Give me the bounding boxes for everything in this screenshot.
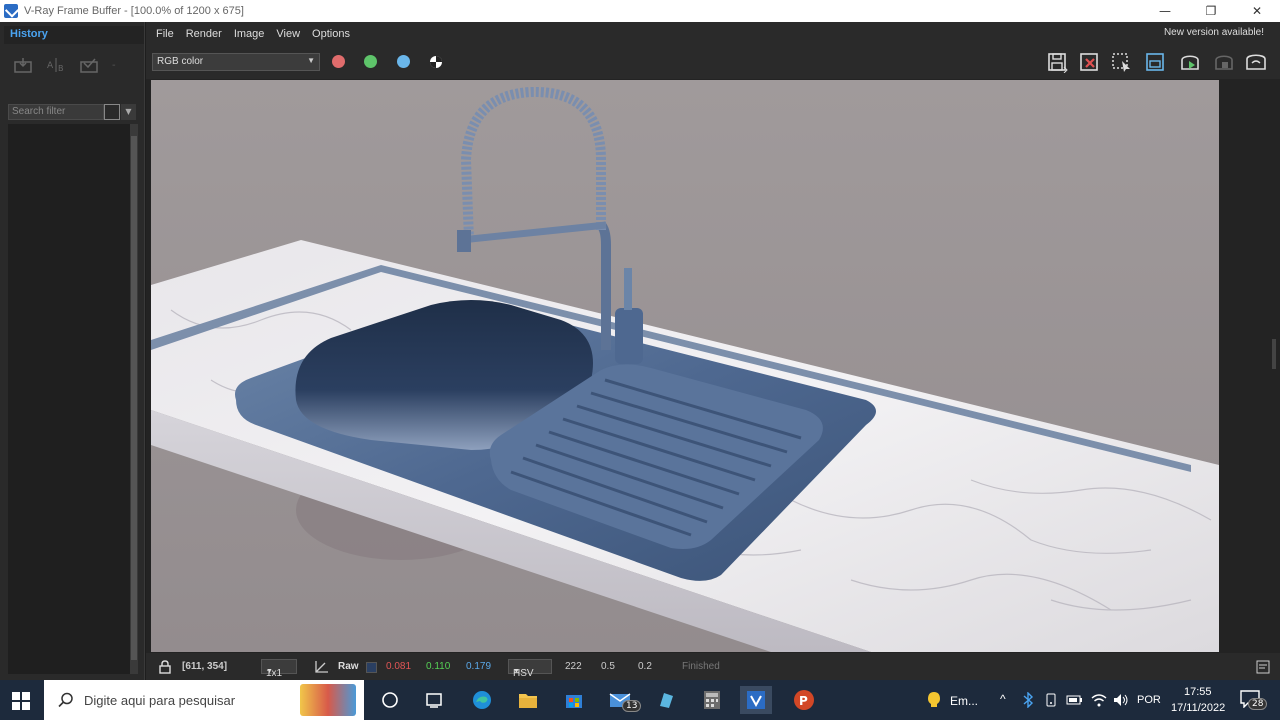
maximize-button[interactable]: ❐	[1188, 0, 1234, 22]
vray-logo-icon	[4, 4, 18, 18]
taskbar-search-box[interactable]: Digite aqui para pesquisar	[44, 680, 364, 720]
meet-now-icon[interactable]	[1044, 692, 1060, 708]
search-filter-dropdown-icon[interactable]: ▼	[121, 104, 136, 120]
stop-render-icon[interactable]	[1212, 51, 1236, 73]
window-title: V-Ray Frame Buffer - [100.0% of 1200 x 6…	[24, 5, 244, 17]
edge-browser-icon[interactable]	[466, 686, 498, 714]
red-channel-toggle[interactable]	[332, 55, 345, 68]
notification-badge: 28	[1248, 698, 1268, 710]
wifi-icon[interactable]	[1090, 692, 1108, 708]
value-value: 0.2	[638, 661, 652, 672]
blue-value: 0.179	[466, 661, 492, 672]
mail-icon[interactable]: 13	[604, 686, 642, 714]
vfb-toolbar: RGB color ▼	[146, 45, 1280, 79]
rendered-sink-scene	[151, 80, 1219, 652]
task-view-icon[interactable]	[374, 686, 406, 714]
history-tab[interactable]: History	[4, 26, 144, 44]
clear-image-icon[interactable]	[1078, 51, 1102, 73]
new-version-link[interactable]: New version available!	[1164, 27, 1264, 38]
search-icon	[58, 692, 73, 708]
history-search-input[interactable]: Search filter	[8, 104, 104, 120]
lock-coords-icon[interactable]	[158, 660, 172, 674]
title-bar: V-Ray Frame Buffer - [100.0% of 1200 x 6…	[0, 0, 1280, 22]
chevron-down-icon: ▼	[266, 668, 273, 675]
save-image-icon[interactable]	[1046, 51, 1070, 73]
taskbar-search-placeholder: Digite aqui para pesquisar	[84, 692, 236, 708]
vray-taskbar-icon[interactable]	[740, 686, 772, 714]
svg-text:B: B	[58, 64, 64, 73]
color-mode-select[interactable]: HSV ▼	[508, 659, 552, 679]
notification-center-icon[interactable]: 28	[1240, 690, 1268, 712]
menu-image[interactable]: Image	[234, 28, 265, 40]
region-render-icon[interactable]	[1110, 51, 1134, 73]
search-filter-toggle[interactable]	[104, 104, 120, 120]
minimize-button[interactable]: —	[1142, 0, 1188, 22]
vray-frame-buffer-window: V-Ray Frame Buffer - [100.0% of 1200 x 6…	[0, 0, 1280, 720]
raw-label: Raw	[338, 661, 359, 672]
load-history-icon[interactable]	[80, 57, 98, 73]
menu-render[interactable]: Render	[186, 28, 222, 40]
render-viewport[interactable]	[146, 79, 1280, 653]
em-app-label[interactable]: Em...	[950, 694, 978, 708]
frame-icon[interactable]	[1144, 51, 1168, 73]
save-to-history-icon[interactable]	[14, 57, 32, 73]
battery-icon[interactable]	[1066, 693, 1084, 707]
svg-text:A: A	[47, 61, 54, 71]
status-bar: [611, 354] 1x1 ▼ Raw 0.081 0.110 0.179 H…	[146, 653, 1280, 680]
chevron-down-icon: ▼	[513, 668, 520, 675]
render-icon[interactable]	[1244, 51, 1268, 73]
sketchup-icon[interactable]	[650, 686, 682, 714]
input-language[interactable]: POR	[1137, 694, 1161, 706]
search-highlight-image[interactable]	[300, 684, 356, 716]
render-status: Finished	[682, 661, 720, 672]
pixel-coordinates: [611, 354]	[182, 661, 228, 672]
show-hidden-icons[interactable]: ^	[1000, 692, 1006, 706]
alpha-channel-icon[interactable]	[429, 55, 443, 69]
menu-options[interactable]: Options	[312, 28, 350, 40]
history-scrollbar[interactable]	[130, 124, 138, 674]
svg-text:P: P	[799, 694, 808, 708]
calculator-icon[interactable]	[696, 686, 728, 714]
bluetooth-icon[interactable]	[1022, 692, 1034, 708]
menu-view[interactable]: View	[276, 28, 300, 40]
sample-size-select[interactable]: 1x1 ▼	[261, 659, 297, 679]
clock-time[interactable]: 17:55	[1184, 686, 1212, 698]
saturation-value: 0.5	[601, 661, 615, 672]
green-value: 0.110	[426, 661, 451, 672]
scrollbar-thumb[interactable]	[131, 136, 137, 660]
file-explorer-icon[interactable]	[512, 686, 544, 714]
channel-select[interactable]: RGB color ▼	[152, 53, 320, 71]
channel-value: RGB color	[157, 56, 204, 67]
blue-channel-toggle[interactable]	[397, 55, 410, 68]
rendered-image[interactable]	[151, 80, 1219, 652]
green-channel-toggle[interactable]	[364, 55, 377, 68]
widgets-icon[interactable]	[418, 686, 450, 714]
close-button[interactable]: ✕	[1234, 0, 1280, 22]
compare-ab-icon[interactable]: AB	[46, 57, 66, 73]
history-toolbar: AB -	[6, 52, 136, 78]
pixel-color-swatch	[366, 662, 377, 673]
red-value: 0.081	[386, 661, 412, 672]
powerpoint-icon[interactable]: P	[788, 686, 820, 714]
store-icon[interactable]	[558, 686, 590, 714]
history-panel: History AB - Search filter ▼	[0, 22, 145, 680]
chevron-down-icon: ▼	[307, 56, 315, 65]
notification-app-icon[interactable]	[918, 686, 950, 714]
log-window-icon[interactable]	[1256, 660, 1270, 674]
history-list[interactable]	[8, 124, 130, 674]
windows-taskbar: Digite aqui para pesquisar 13 P Em... ^ …	[0, 680, 1280, 720]
viewport-splitter-handle[interactable]	[1272, 339, 1276, 369]
more-options-icon[interactable]: -	[112, 60, 116, 71]
color-correction-icon[interactable]	[313, 659, 329, 675]
menu-bar: File Render Image View Options New versi…	[146, 22, 1280, 45]
mail-badge: 13	[622, 700, 642, 712]
hue-value: 222	[565, 661, 582, 672]
menu-file[interactable]: File	[156, 28, 174, 40]
clock-date[interactable]: 17/11/2022	[1171, 702, 1225, 714]
windows-start-icon[interactable]	[10, 690, 32, 712]
volume-icon[interactable]	[1112, 692, 1130, 708]
render-interactive-icon[interactable]	[1178, 51, 1202, 73]
